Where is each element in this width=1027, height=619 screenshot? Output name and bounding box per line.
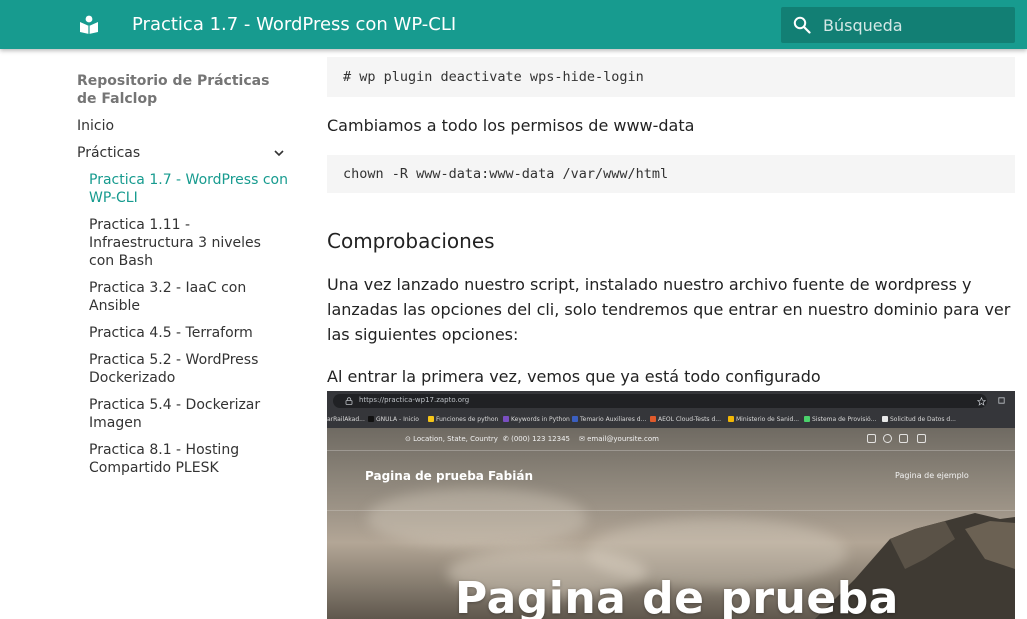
paragraph: Al entrar la primera vez, vemos que ya e…	[327, 367, 821, 386]
bookmark: Temario Auxiliares d...	[572, 416, 646, 423]
bookmark: Sistema de Provisió...	[804, 416, 876, 423]
site-info-icon	[345, 397, 353, 405]
bookmark: Funciones de python	[428, 416, 498, 423]
sidebar-item-practicas[interactable]: Prácticas	[77, 144, 289, 162]
facebook-icon	[867, 434, 876, 443]
linkedin-icon	[917, 434, 926, 443]
hero-section: ⊙ Location, State, Country ✆ (000) 123 1…	[327, 428, 1015, 619]
location-text: ⊙ Location, State, Country	[405, 435, 498, 443]
code-block: chown -R www-data:www-data /var/www/html	[327, 155, 1015, 193]
paragraph: Una vez lanzado nuestro script, instalad…	[327, 275, 1011, 344]
divider	[327, 450, 1015, 451]
phone-text: ✆ (000) 123 12345	[503, 435, 570, 443]
search-icon	[793, 16, 811, 34]
sidebar-item-practica-1-11[interactable]: Practica 1.11 - Infraestructura 3 nivele…	[89, 216, 289, 270]
practicas-submenu: Practica 1.7 - WordPress con WP-CLI Prac…	[77, 171, 289, 477]
browser-url-bar: https://practica-wp17.zapto.org	[327, 391, 1015, 411]
sidebar-nav: Repositorio de Prácticas de Falclop Inic…	[77, 72, 289, 486]
site-title[interactable]: Practica 1.7 - WordPress con WP-CLI	[132, 13, 456, 37]
demo-site-name: Pagina de prueba Fabián	[365, 469, 533, 483]
bookmark: AEOL Cloud-Tests d...	[650, 416, 721, 423]
demo-hero-title: Pagina de prueba	[455, 573, 899, 619]
embedded-screenshot: https://practica-wp17.zapto.org arRailAk…	[327, 391, 1015, 619]
sidebar-item-practica-5-4[interactable]: Practica 5.4 - Dockerizar Imagen	[89, 396, 289, 432]
bookmarks-bar: arRailAkad... GNULA - Inicio Funciones d…	[327, 411, 1015, 428]
bookmark: Solicitud de Datos d...	[882, 416, 956, 423]
top-header: Practica 1.7 - WordPress con WP-CLI	[0, 0, 1027, 49]
divider	[327, 510, 1015, 511]
star-icon	[977, 397, 986, 406]
url-pill: https://practica-wp17.zapto.org	[333, 394, 987, 408]
youtube-icon	[899, 434, 908, 443]
sidebar-item-inicio[interactable]: Inicio	[77, 117, 289, 135]
whatsapp-icon	[883, 434, 892, 443]
sidebar-item-label: Prácticas	[77, 145, 141, 161]
search-input[interactable]	[823, 7, 1009, 43]
demo-menu-item: Pagina de ejemplo	[895, 471, 969, 480]
bookmark: arRailAkad...	[327, 416, 365, 423]
chevron-down-icon[interactable]	[273, 147, 285, 159]
url-text: https://practica-wp17.zapto.org	[359, 396, 470, 404]
bookmark: GNULA - Inicio	[368, 416, 419, 423]
sidebar-item-practica-4-5[interactable]: Practica 4.5 - Terraform	[89, 324, 289, 342]
paragraph: Cambiamos a todo los permisos de www-dat…	[327, 116, 695, 135]
extensions-icon	[998, 397, 1005, 404]
sidebar-item-practica-8-1[interactable]: Practica 8.1 - Hosting Compartido PLESK	[89, 441, 289, 477]
cloud	[367, 488, 587, 548]
bookmark: Ministerio de Sanid...	[728, 416, 799, 423]
sidebar-item-practica-5-2[interactable]: Practica 5.2 - WordPress Dockerizado	[89, 351, 289, 387]
sidebar-item-practica-3-2[interactable]: Practica 3.2 - IaaC con Ansible	[89, 279, 289, 315]
code-block: # wp plugin deactivate wps-hide-login	[327, 57, 1015, 97]
email-text: ✉ email@yoursite.com	[579, 435, 659, 443]
bookmark: Keywords in Python	[503, 416, 570, 423]
section-heading: Comprobaciones	[327, 229, 495, 253]
search-box[interactable]	[781, 7, 1015, 43]
repo-title[interactable]: Repositorio de Prácticas de Falclop	[77, 72, 289, 108]
sidebar-item-practica-1-7[interactable]: Practica 1.7 - WordPress con WP-CLI	[89, 171, 289, 207]
book-logo-icon[interactable]	[78, 13, 100, 35]
